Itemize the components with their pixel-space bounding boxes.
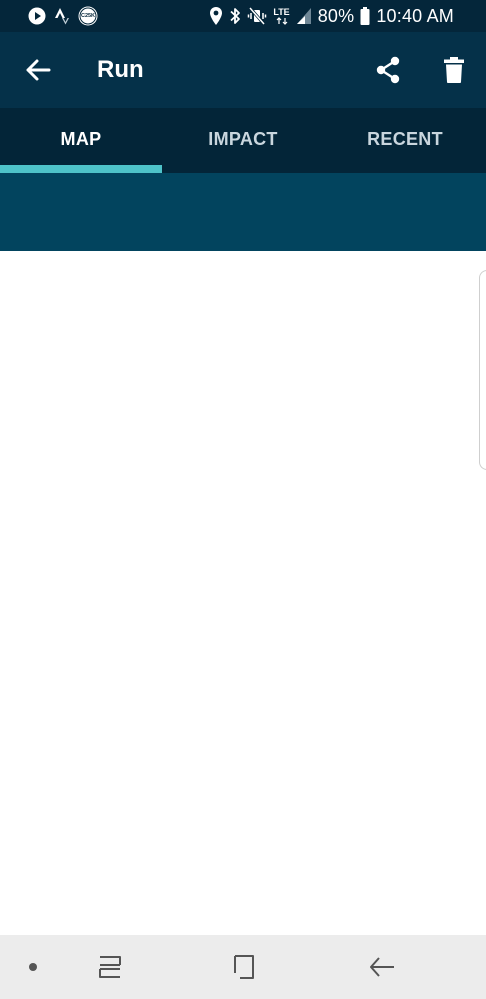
battery-icon [360,6,370,26]
c25k-badge-text: C25K [80,13,96,19]
bluetooth-icon [229,6,241,26]
share-button[interactable] [368,52,408,88]
c25k-icon: C25K [78,6,98,26]
status-system: LTE 80% 10:40 AM [209,5,454,27]
battery-percent: 80% [317,6,355,26]
status-notifications: C25K [28,6,98,26]
map-content-area[interactable] [0,251,486,935]
clock: 10:40 AM [376,6,454,26]
back-button[interactable] [18,52,58,88]
tab-recent[interactable]: RECENT [324,108,486,173]
system-nav-bar [0,935,486,999]
dot-icon [28,962,38,972]
tab-label: MAP [60,129,102,149]
home-button[interactable] [228,953,260,981]
vibrate-icon [247,6,267,26]
tab-map[interactable]: MAP [0,108,162,173]
arrow-left-icon [25,58,51,82]
active-tab-indicator [0,165,162,173]
status-bar: C25K LTE 80% 10:40 AM [0,0,486,32]
tab-label: RECENT [367,129,443,149]
tab-label: IMPACT [208,129,278,149]
delete-button[interactable] [434,52,474,88]
header-banner [0,173,486,251]
tab-bar: MAP IMPACT RECENT [0,108,486,173]
system-back-button[interactable] [366,953,398,981]
recents-icon [94,953,126,981]
edge-panel-handle[interactable] [479,270,486,470]
home-icon [228,953,260,981]
recents-button[interactable] [94,953,126,981]
app-bar: Run [0,32,486,108]
lte-label: LTE [273,6,290,17]
lte-icon: LTE [273,6,290,25]
trash-icon [443,56,465,84]
strava-icon [54,7,70,25]
signal-icon [296,7,312,25]
tab-impact[interactable]: IMPACT [162,108,324,173]
nav-dot-button[interactable] [28,962,38,972]
share-icon [374,56,402,84]
back-icon [366,953,398,981]
location-icon [209,6,223,26]
play-icon [28,7,46,25]
page-title: Run [97,56,144,83]
